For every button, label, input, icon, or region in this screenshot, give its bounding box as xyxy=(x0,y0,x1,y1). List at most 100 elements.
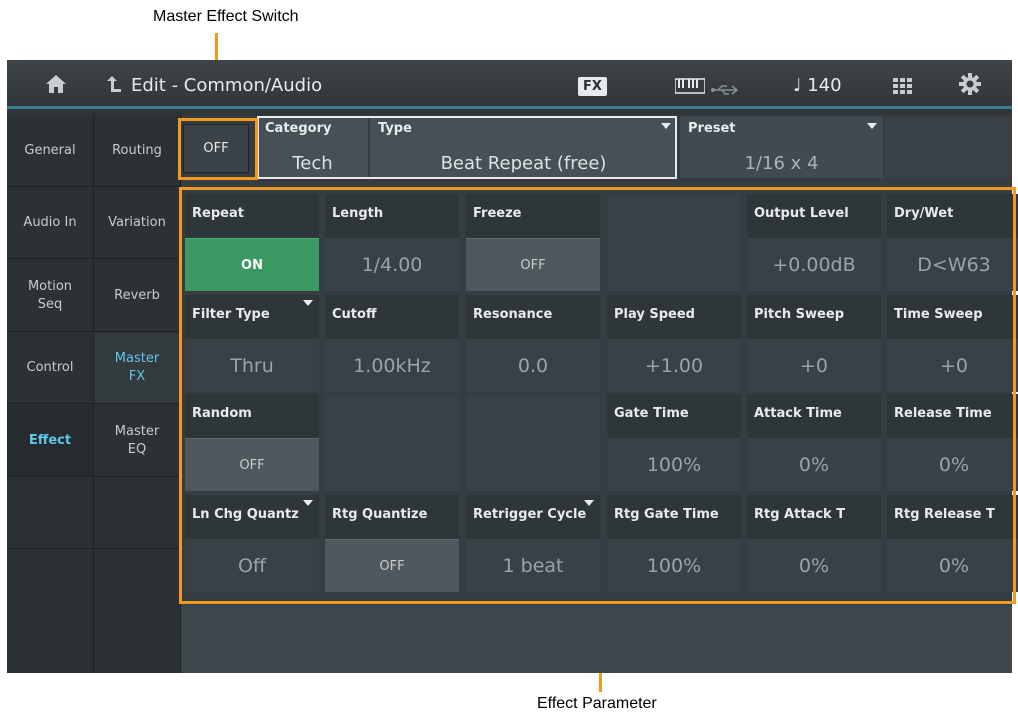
param-gate-time[interactable]: Gate Time 100% xyxy=(607,394,741,491)
subnav-empty-2 xyxy=(94,550,180,673)
keyboard-icon xyxy=(674,76,706,98)
param-random[interactable]: Random OFF xyxy=(185,394,319,491)
type-dropdown-icon xyxy=(661,123,671,129)
param-title: Pitch Sweep xyxy=(747,295,881,339)
param-title: Dry/Wet xyxy=(887,194,1018,238)
top-bar: Edit - Common/Audio FX ♩ 140 xyxy=(7,60,1012,115)
param-title: Repeat xyxy=(185,194,319,238)
subnav-variation[interactable]: Variation xyxy=(94,188,180,259)
screen-title: Edit - Common/Audio xyxy=(131,75,323,96)
param-title: Time Sweep xyxy=(887,295,1018,339)
param-rtg-gate-time[interactable]: Rtg Gate Time 100% xyxy=(607,495,741,592)
nav-empty-2 xyxy=(7,550,93,673)
preset-value: 1/16 x 4 xyxy=(744,153,819,174)
param-filter-type[interactable]: Filter Type Thru xyxy=(185,295,319,392)
param-toggle-button[interactable]: OFF xyxy=(185,438,319,491)
param-title: Output Level xyxy=(747,194,881,238)
fx-badge: FX xyxy=(578,77,607,96)
param-title: Length xyxy=(325,194,459,238)
param-value: 0% xyxy=(798,453,830,476)
param-value: 0% xyxy=(798,554,830,577)
type-label: Type xyxy=(378,121,412,136)
param-retrigger-cycle[interactable]: Retrigger Cycle 1 beat xyxy=(466,495,600,592)
param-empty-cell xyxy=(325,394,459,491)
param-value: D<W63 xyxy=(917,253,991,276)
param-value: 0% xyxy=(938,453,970,476)
param-release-time[interactable]: Release Time 0% xyxy=(887,394,1018,491)
param-freeze[interactable]: Freeze OFF xyxy=(466,194,600,291)
param-title: Filter Type xyxy=(185,295,319,339)
nav-control[interactable]: Control xyxy=(7,333,93,404)
nav-motion-seq[interactable]: Motion Seq xyxy=(7,260,93,332)
nav-audio-in[interactable]: Audio In xyxy=(7,188,93,259)
param-toggle-button[interactable]: OFF xyxy=(325,539,459,592)
home-icon[interactable] xyxy=(45,74,67,98)
param-title: Release Time xyxy=(887,394,1018,438)
tempo-display[interactable]: ♩ 140 xyxy=(793,75,842,96)
param-value: 0% xyxy=(938,554,970,577)
param-play-speed[interactable]: Play Speed +1.00 xyxy=(607,295,741,392)
param-title: Cutoff xyxy=(325,295,459,339)
param-title: Rtg Quantize xyxy=(325,495,459,539)
param-repeat[interactable]: Repeat ON xyxy=(185,194,319,291)
param-attack-time[interactable]: Attack Time 0% xyxy=(747,394,881,491)
subnav-reverb[interactable]: Reverb xyxy=(94,260,180,332)
param-value: +0 xyxy=(799,354,828,377)
param-value: 100% xyxy=(646,453,702,476)
param-title: Freeze xyxy=(466,194,600,238)
param-empty-cell xyxy=(607,194,741,291)
param-empty-cell xyxy=(466,394,600,491)
param-title: Rtg Gate Time xyxy=(607,495,741,539)
dropdown-icon xyxy=(303,300,313,306)
param-output-level[interactable]: Output Level +0.00dB xyxy=(747,194,881,291)
grid-icon[interactable] xyxy=(893,76,913,98)
param-value: +0.00dB xyxy=(772,253,856,276)
usb-icon xyxy=(710,78,740,100)
param-value: +0 xyxy=(939,354,968,377)
preset-label: Preset xyxy=(688,121,736,136)
nav-effect[interactable]: Effect xyxy=(7,405,93,477)
gear-icon[interactable] xyxy=(959,73,981,99)
category-label: Category xyxy=(265,121,332,136)
param-toggle-button[interactable]: OFF xyxy=(466,238,600,291)
param-pitch-sweep[interactable]: Pitch Sweep +0 xyxy=(747,295,881,392)
param-value: 100% xyxy=(646,554,702,577)
preset-dropdown-icon xyxy=(867,123,877,129)
master-effect-switch-callout: Master Effect Switch xyxy=(153,8,299,25)
param-title: Gate Time xyxy=(607,394,741,438)
type-selector[interactable]: Type Beat Repeat (free) xyxy=(370,117,677,178)
subnav-routing[interactable]: Routing xyxy=(94,115,180,187)
effect-parameter-callout: Effect Parameter xyxy=(537,695,657,712)
param-time-sweep[interactable]: Time Sweep +0 xyxy=(887,295,1018,392)
param-value: 0.0 xyxy=(517,354,549,377)
param-resonance[interactable]: Resonance 0.0 xyxy=(466,295,600,392)
param-title: Play Speed xyxy=(607,295,741,339)
param-value: 1 beat xyxy=(502,554,564,577)
param-title: Retrigger Cycle xyxy=(466,495,600,539)
dropdown-icon xyxy=(303,500,313,506)
param-value: +1.00 xyxy=(644,354,704,377)
param-toggle-button[interactable]: ON xyxy=(185,238,319,291)
nav-general[interactable]: General xyxy=(7,115,93,187)
back-icon[interactable] xyxy=(106,74,122,98)
nav-empty-1 xyxy=(7,478,93,549)
main-nav: General Audio In Motion Seq Control Effe… xyxy=(7,115,93,673)
master-effect-switch[interactable]: OFF xyxy=(183,124,249,173)
param-title: Ln Chg Quantz xyxy=(185,495,319,539)
param-rtg-attack-t[interactable]: Rtg Attack T 0% xyxy=(747,495,881,592)
subnav-empty-1 xyxy=(94,478,180,549)
subnav-master-eq[interactable]: Master EQ xyxy=(94,405,180,477)
param-rtg-quantize[interactable]: Rtg Quantize OFF xyxy=(325,495,459,592)
param-rtg-release-t[interactable]: Rtg Release T 0% xyxy=(887,495,1018,592)
category-value: Tech xyxy=(292,153,333,174)
subnav-master-fx[interactable]: Master FX xyxy=(94,333,180,404)
param-ln-chg-quantz[interactable]: Ln Chg Quantz Off xyxy=(185,495,319,592)
param-value: 1/4.00 xyxy=(361,253,423,276)
param-value: Off xyxy=(237,554,267,577)
preset-selector[interactable]: Preset 1/16 x 4 xyxy=(680,117,883,178)
param-dry-wet[interactable]: Dry/Wet D<W63 xyxy=(887,194,1018,291)
param-length[interactable]: Length 1/4.00 xyxy=(325,194,459,291)
sub-nav: Routing Variation Reverb Master FX Maste… xyxy=(94,115,180,673)
category-selector[interactable]: Category Tech xyxy=(257,117,368,178)
param-cutoff[interactable]: Cutoff 1.00kHz xyxy=(325,295,459,392)
